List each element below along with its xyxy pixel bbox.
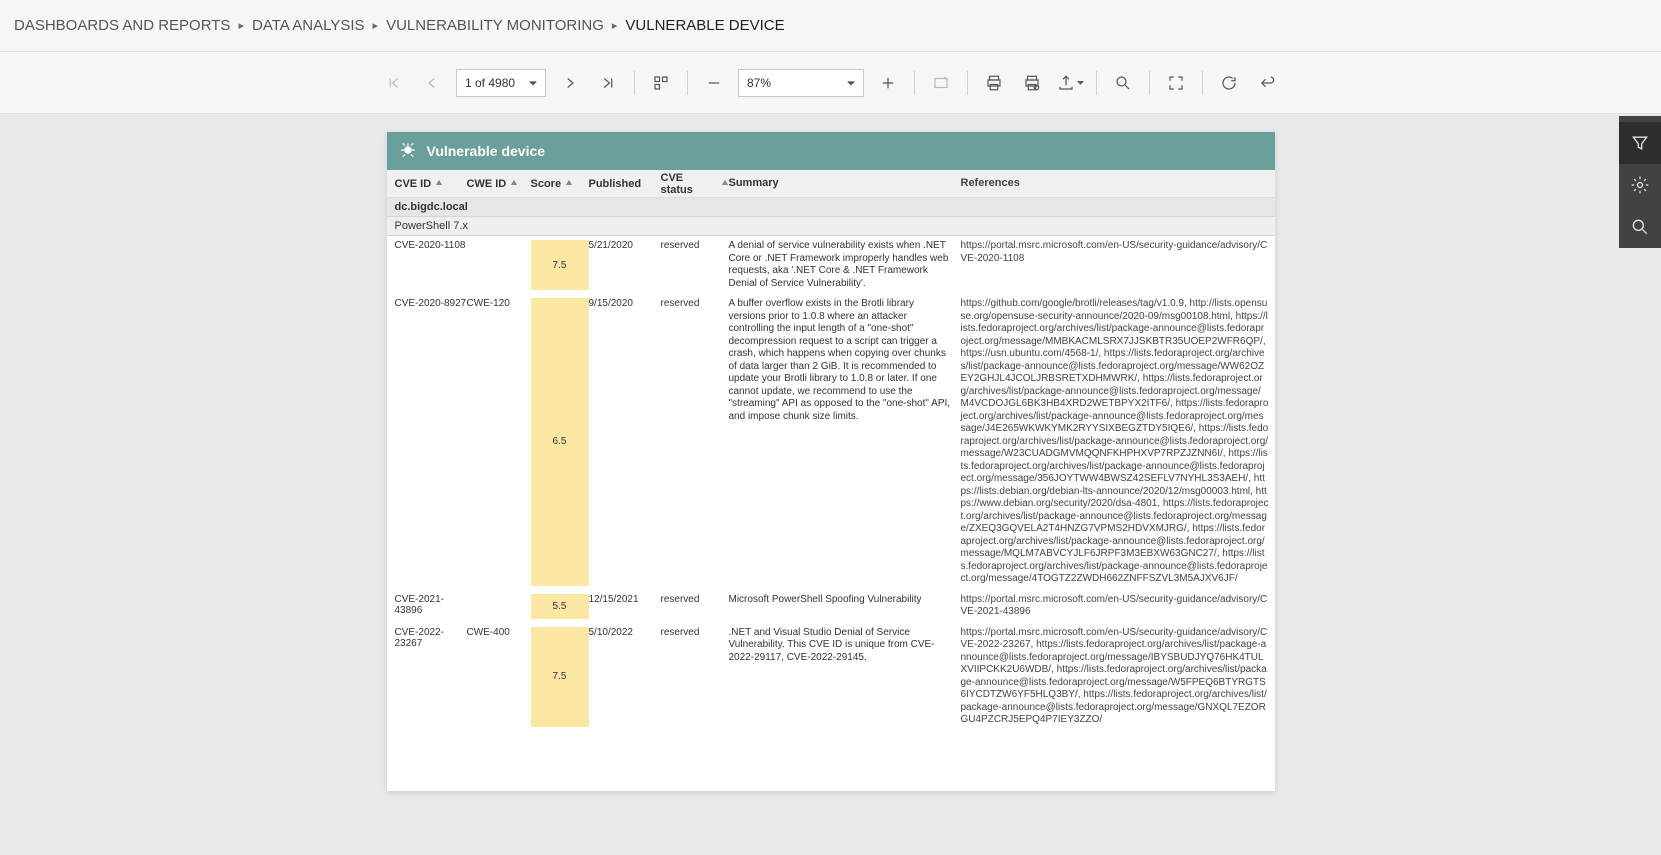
print-page-button[interactable] (1014, 65, 1050, 101)
cell-references: https://github.com/google/brotli/release… (961, 298, 1269, 586)
cell-cwe (467, 594, 531, 619)
sort-asc-icon (510, 178, 518, 190)
report-title: Vulnerable device (427, 143, 546, 159)
cell-status: reserved (661, 240, 729, 290)
search-button[interactable] (1105, 65, 1141, 101)
column-header-references[interactable]: References (961, 177, 1269, 191)
zoom-out-button[interactable] (696, 65, 732, 101)
column-header-row: CVE ID CWE ID Score Published CVE status… (387, 170, 1275, 198)
column-header-cwe[interactable]: CWE ID (467, 178, 531, 190)
cell-cwe: CWE-400 (467, 627, 531, 727)
table-row: CVE-2020-1108 7.55/21/2020reservedA denia… (387, 236, 1275, 294)
cell-references: https://portal.msrc.microsoft.com/en-US/… (961, 627, 1269, 727)
chevron-right-icon: ▸ (373, 19, 379, 32)
print-button[interactable] (976, 65, 1012, 101)
column-header-cve[interactable]: CVE ID (391, 178, 467, 190)
cell-cve: CVE-2020-1108 (391, 240, 467, 290)
export-button[interactable] (1052, 65, 1088, 101)
cell-references: https://portal.msrc.microsoft.com/en-US/… (961, 240, 1269, 290)
group-row-product: PowerShell 7.x (387, 217, 1275, 236)
table-row: CVE-2022-23267CWE-4007.55/10/2022reserve… (387, 623, 1275, 731)
next-page-button[interactable] (552, 65, 588, 101)
cell-summary: .NET and Visual Studio Denial of Service… (729, 627, 961, 727)
cell-score: 7.5 (531, 240, 589, 290)
side-rail (1619, 116, 1661, 248)
caret-down-icon (529, 76, 537, 90)
caret-down-icon (847, 76, 855, 90)
chevron-right-icon: ▸ (238, 19, 244, 32)
cell-published: 9/15/2020 (589, 298, 661, 586)
report-page: Vulnerable device CVE ID CWE ID Score Pu… (387, 132, 1275, 791)
breadcrumb-item[interactable]: DATA ANALYSIS (252, 17, 365, 34)
first-page-button[interactable] (376, 65, 412, 101)
column-header-published[interactable]: Published (589, 178, 661, 190)
cell-cve: CVE-2021-43896 (391, 594, 467, 619)
page-label: 1 of 4980 (465, 76, 515, 90)
table-row: CVE-2021-43896 5.512/15/2021reservedMicro… (387, 590, 1275, 623)
fullscreen-button[interactable] (1158, 65, 1194, 101)
breadcrumb-current: VULNERABLE DEVICE (625, 17, 784, 34)
cell-references: https://portal.msrc.microsoft.com/en-US/… (961, 594, 1269, 619)
cell-status: reserved (661, 298, 729, 586)
highlight-fields-button[interactable] (923, 65, 959, 101)
cell-cve: CVE-2020-8927 (391, 298, 467, 586)
back-button[interactable] (1249, 65, 1285, 101)
sort-asc-icon (721, 178, 729, 190)
cell-status: reserved (661, 594, 729, 619)
breadcrumb-item[interactable]: VULNERABILITY MONITORING (386, 17, 604, 34)
page-selector[interactable]: 1 of 4980 (456, 69, 546, 97)
cell-score: 7.5 (531, 627, 589, 727)
settings-panel-button[interactable] (1619, 164, 1661, 206)
refresh-button[interactable] (1211, 65, 1247, 101)
cell-status: reserved (661, 627, 729, 727)
chevron-right-icon: ▸ (612, 19, 618, 32)
column-header-score[interactable]: Score (531, 178, 589, 190)
table-row: CVE-2020-8927CWE-1206.59/15/2020reserved… (387, 294, 1275, 590)
cell-cwe: CWE-120 (467, 298, 531, 586)
cell-published: 5/10/2022 (589, 627, 661, 727)
cell-summary: A buffer overflow exists in the Brotli l… (729, 298, 961, 586)
cell-published: 5/21/2020 (589, 240, 661, 290)
cell-score: 6.5 (531, 298, 589, 586)
cell-cve: CVE-2022-23267 (391, 627, 467, 727)
cell-published: 12/15/2021 (589, 594, 661, 619)
filter-panel-button[interactable] (1619, 122, 1661, 164)
multipage-view-button[interactable] (643, 65, 679, 101)
cell-score: 5.5 (531, 594, 589, 619)
breadcrumb: DASHBOARDS AND REPORTS ▸ DATA ANALYSIS ▸… (0, 0, 1661, 52)
column-header-status[interactable]: CVE status (661, 172, 729, 196)
cell-cwe (467, 240, 531, 290)
sort-asc-icon (565, 178, 573, 190)
column-header-summary[interactable]: Summary (729, 177, 961, 191)
search-panel-button[interactable] (1619, 206, 1661, 248)
group-row-host: dc.bigdc.local (387, 198, 1275, 217)
cell-summary: Microsoft PowerShell Spoofing Vulnerabil… (729, 594, 961, 619)
last-page-button[interactable] (590, 65, 626, 101)
zoom-selector[interactable]: 87% (738, 69, 864, 97)
zoom-in-button[interactable] (870, 65, 906, 101)
sort-asc-icon (435, 178, 443, 190)
bug-icon (399, 141, 417, 162)
report-workspace: Vulnerable device CVE ID CWE ID Score Pu… (0, 114, 1661, 823)
report-toolbar: 1 of 4980 87% (0, 52, 1661, 114)
zoom-label: 87% (747, 76, 771, 90)
data-body: CVE-2020-11087.55/21/2020reservedA denia… (387, 236, 1275, 791)
prev-page-button[interactable] (414, 65, 450, 101)
cell-summary: A denial of service vulnerability exists… (729, 240, 961, 290)
report-header: Vulnerable device (387, 132, 1275, 170)
breadcrumb-item[interactable]: DASHBOARDS AND REPORTS (14, 17, 230, 34)
